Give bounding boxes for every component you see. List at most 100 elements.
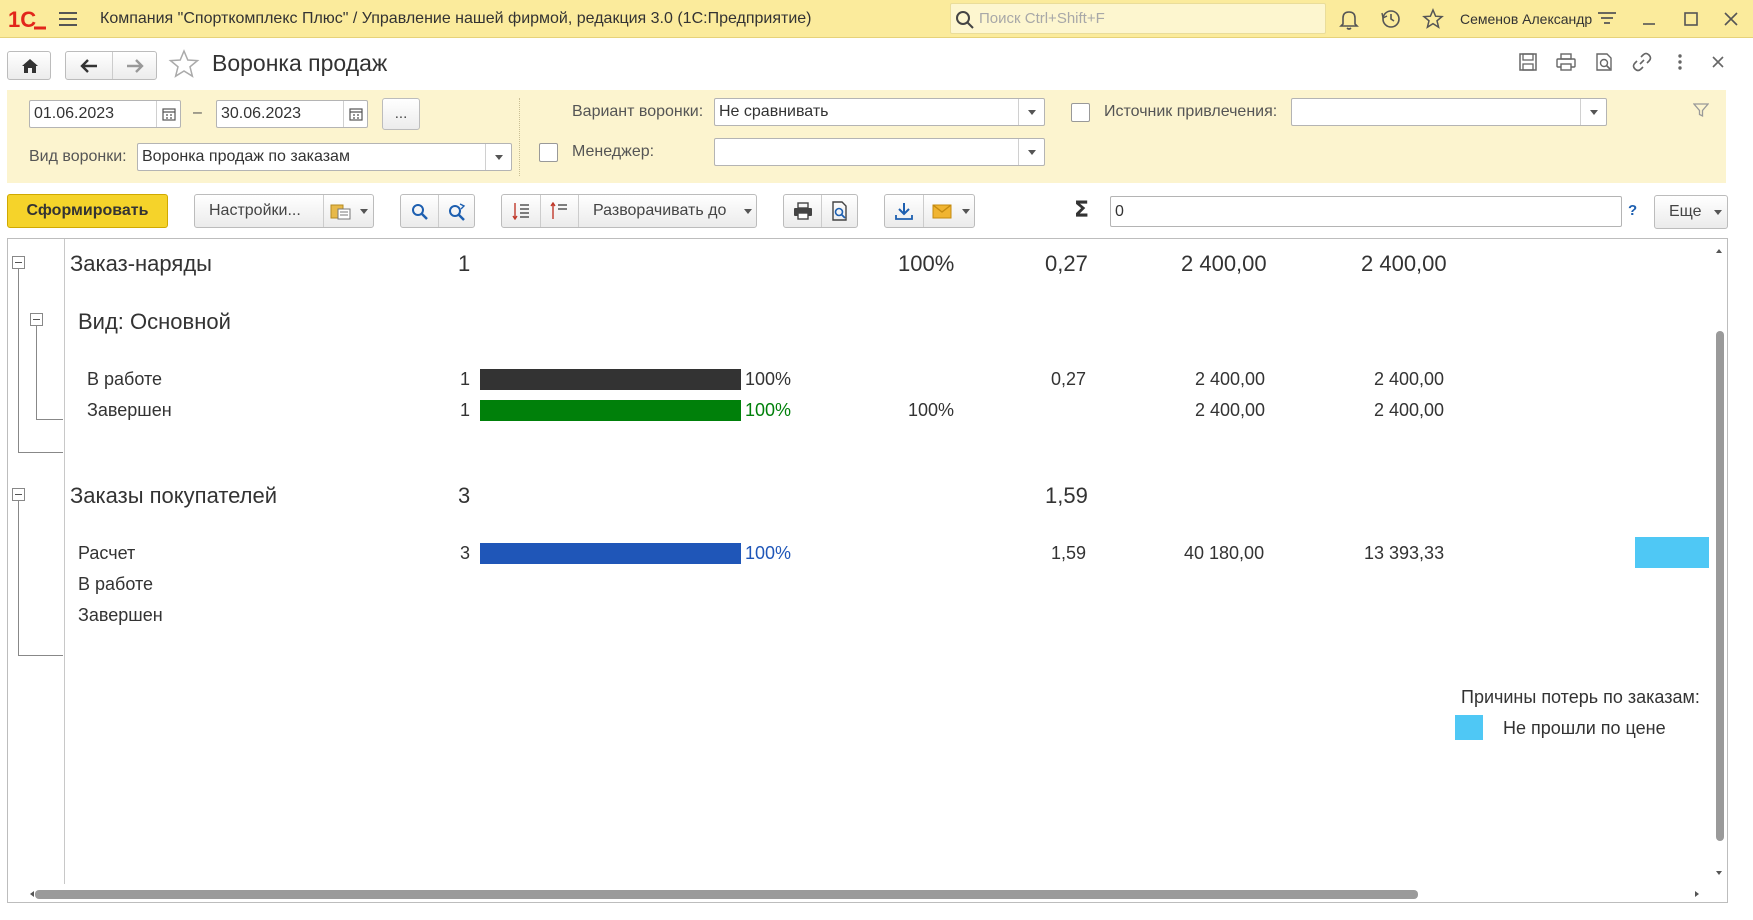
close-form-icon[interactable] (1708, 52, 1728, 77)
manager-label: Менеджер: (572, 143, 655, 160)
expand-all-button[interactable] (502, 195, 540, 227)
collapse-group-icon[interactable] (30, 313, 43, 326)
print-icon[interactable] (1556, 52, 1576, 77)
source-checkbox[interactable] (1071, 103, 1090, 122)
stage-name: В работе (87, 369, 163, 389)
main-menu-icon[interactable] (58, 10, 78, 28)
scroll-up-icon[interactable] (1716, 249, 1722, 253)
scroll-right-icon[interactable] (1695, 891, 1699, 897)
home-button[interactable] (7, 51, 51, 80)
forward-button[interactable] (113, 52, 157, 79)
maximize-icon[interactable] (1680, 8, 1702, 30)
manager-select[interactable] (714, 138, 1045, 166)
chevron-down-icon (744, 209, 752, 214)
chevron-down-icon[interactable] (1018, 139, 1044, 165)
export-group (884, 194, 975, 228)
1c-logo-icon[interactable]: 1C (8, 6, 48, 32)
notifications-bell-icon[interactable] (1338, 8, 1360, 30)
collapse-group-icon[interactable] (12, 488, 25, 501)
printer-icon (794, 202, 812, 220)
select-period-button[interactable]: ... (382, 98, 420, 130)
more-label: Еще (1669, 203, 1702, 220)
stage-bar (480, 543, 741, 564)
funnel-variant-value: Не сравнивать (719, 103, 829, 120)
date-dash: – (193, 104, 202, 121)
chevron-down-icon[interactable] (1018, 99, 1044, 125)
group-sum1: 2 400,00 (1181, 251, 1267, 276)
scrollbar-thumb[interactable] (35, 890, 1418, 899)
print-preview-icon (832, 201, 847, 221)
minimize-icon[interactable] (1638, 8, 1660, 30)
history-icon[interactable] (1380, 8, 1402, 30)
svg-text:1C: 1C (8, 7, 36, 32)
settings-button[interactable]: Настройки... (195, 195, 323, 227)
report-spreadsheet[interactable]: Заказ-наряды 1 100% 0,27 2 400,00 2 400,… (7, 238, 1728, 903)
expand-to-button[interactable]: Разворачивать до (579, 195, 757, 227)
generate-report-button[interactable]: Сформировать (7, 194, 168, 228)
more-vertical-icon[interactable] (1670, 52, 1690, 77)
favorites-star-icon[interactable] (1422, 8, 1444, 30)
group-count: 3 (458, 483, 471, 508)
save-icon[interactable] (1518, 52, 1538, 77)
chevron-down-icon[interactable] (1580, 99, 1606, 125)
filter-panel: 01.06.2023 – 30.06.2023 ... Вид воронки:… (7, 90, 1726, 183)
calendar-icon[interactable] (156, 101, 180, 127)
back-button[interactable] (66, 52, 112, 79)
filter-icon[interactable] (1692, 102, 1710, 123)
favorite-star-icon[interactable] (168, 48, 200, 85)
date-to-value: 30.06.2023 (221, 105, 302, 122)
scrollbar-thumb[interactable] (1716, 331, 1724, 841)
manager-checkbox[interactable] (539, 143, 558, 162)
arrow-left-icon (80, 59, 97, 73)
envelope-icon (932, 204, 952, 219)
close-window-icon[interactable] (1720, 8, 1742, 30)
variants-button[interactable] (324, 195, 374, 227)
stage-ratio: 1,59 (1051, 543, 1087, 563)
stage-bar (480, 400, 741, 421)
sum-field[interactable]: 0 (1110, 196, 1622, 227)
group-percent: 100% (898, 251, 955, 276)
find-next-icon (449, 203, 466, 221)
calendar-icon[interactable] (343, 101, 367, 127)
stage-count: 1 (460, 369, 471, 389)
save-to-file-button[interactable] (885, 195, 923, 227)
source-select[interactable] (1291, 98, 1607, 126)
stage-sum2: 13 393,33 (1364, 543, 1445, 563)
vertical-scrollbar[interactable] (1712, 239, 1727, 884)
stage-sum1: 40 180,00 (1184, 543, 1265, 563)
stage-bar-percent: 100% (745, 369, 792, 389)
link-icon[interactable] (1632, 52, 1652, 77)
print-preview-button[interactable] (822, 195, 858, 227)
find-next-button[interactable] (439, 195, 475, 227)
chevron-down-icon[interactable] (485, 144, 511, 170)
funnel-type-select[interactable]: Воронка продаж по заказам (137, 143, 512, 171)
print-button[interactable] (784, 195, 821, 227)
scroll-left-icon[interactable] (30, 891, 34, 897)
more-button[interactable]: Еще (1654, 195, 1728, 229)
send-email-button[interactable] (924, 195, 975, 227)
horizontal-scrollbar[interactable] (8, 886, 1727, 902)
funnel-variant-label: Вариант воронки: (572, 103, 704, 120)
download-icon (895, 203, 913, 220)
funnel-variant-select[interactable]: Не сравнивать (714, 98, 1045, 126)
collapse-all-button[interactable] (541, 195, 578, 227)
stage-name: Завершен (87, 400, 172, 420)
find-button[interactable] (401, 195, 438, 227)
source-label: Источник привлечения: (1104, 103, 1278, 120)
report-variants-icon (330, 204, 351, 220)
preview-icon[interactable] (1594, 52, 1614, 77)
user-name[interactable]: Семенов Александр (1460, 11, 1592, 27)
group-count: 1 (458, 251, 471, 276)
date-from-field[interactable]: 01.06.2023 (29, 100, 181, 128)
date-to-field[interactable]: 30.06.2023 (216, 100, 368, 128)
collapse-group-icon[interactable] (12, 256, 25, 269)
legend-title: Причины потерь по заказам: (1461, 687, 1700, 707)
group-name: Заказ-наряды (70, 251, 212, 276)
settings-lines-icon[interactable] (1596, 8, 1618, 30)
app-title-bar: 1C Компания "Спорткомплекс Плюс" / Управ… (0, 0, 1753, 38)
scroll-down-icon[interactable] (1716, 871, 1722, 875)
stage-conversion: 100% (908, 400, 955, 420)
stage-count: 1 (460, 400, 471, 420)
help-button[interactable]: ? (1628, 202, 1637, 219)
global-search-input[interactable]: Поиск Ctrl+Shift+F (950, 3, 1326, 34)
